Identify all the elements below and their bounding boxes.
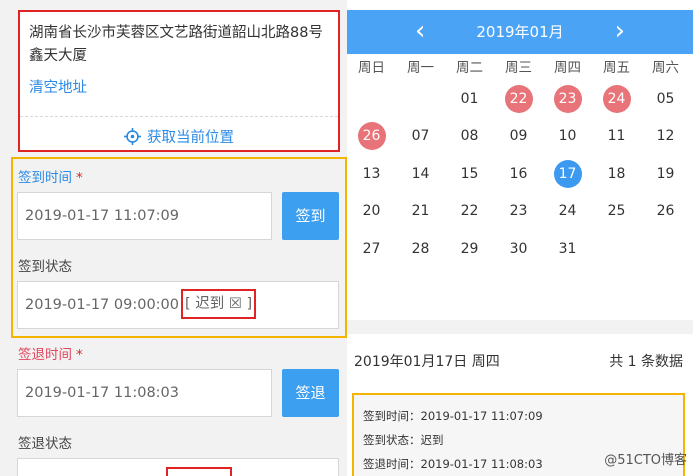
late-day-marker: 23: [553, 85, 582, 113]
calendar-day[interactable]: 16: [494, 160, 543, 188]
late-day-marker: 22: [504, 85, 533, 113]
calendar-day[interactable]: 15: [445, 160, 494, 188]
calendar-day[interactable]: 08: [445, 122, 494, 150]
signin-status-field: 2019-01-17 09:00:00[ 迟到 ☒ ]: [17, 281, 339, 329]
signout-status-label: 签退状态: [18, 436, 72, 452]
weekday-label: 周三: [505, 60, 532, 76]
calendar-day[interactable]: 31: [543, 235, 592, 263]
record-signout-time: 签退时间：2019-01-17 11:08:03: [363, 457, 543, 471]
weekday-label: 周一: [407, 60, 434, 76]
late-day-marker: 26: [357, 122, 386, 150]
record-signin-status: 签到状态：迟到: [363, 433, 444, 447]
calendar-day[interactable]: 23: [543, 85, 592, 113]
signin-time-label: 签到时间 *: [18, 166, 83, 186]
calendar-day[interactable]: 23: [494, 197, 543, 225]
record-count-text: 共 1 条数据: [609, 354, 683, 370]
calendar-day[interactable]: 01: [445, 85, 494, 113]
signin-time-label-text: 签到时间: [18, 170, 72, 186]
calendar-day[interactable]: 10: [543, 122, 592, 150]
calendar-day[interactable]: 24: [592, 85, 641, 113]
signout-time-label-text: 签退时间: [18, 347, 72, 363]
required-mark: *: [76, 170, 83, 186]
signout-button[interactable]: 签退: [282, 369, 339, 417]
late-status-tag: [ 迟到 ☒ ]: [181, 289, 257, 319]
section-divider: [347, 320, 693, 334]
address-divider: [20, 116, 338, 117]
calendar-day[interactable]: 25: [592, 197, 641, 225]
signin-button[interactable]: 签到: [282, 192, 339, 240]
calendar-day[interactable]: 12: [641, 122, 690, 150]
calendar-day[interactable]: 17: [543, 160, 592, 188]
get-location-label: 获取当前位置: [147, 130, 234, 146]
calendar-day[interactable]: 19: [641, 160, 690, 188]
signin-status-label: 签到状态: [18, 259, 72, 275]
calendar-month-title: 2019年01月: [476, 23, 564, 41]
clear-address-link[interactable]: 清空地址: [29, 76, 87, 97]
signout-status-field: [17, 458, 339, 476]
watermark-text: @51CTO博客: [604, 453, 687, 468]
signin-status-time: 2019-01-17 09:00:00: [25, 297, 179, 313]
attendance-form-panel: 湖南省长沙市芙蓉区文艺路街道韶山北路88号鑫天大厦 清空地址 获取当前位置 签到…: [0, 0, 347, 476]
calendar-header: ‹ 2019年01月 ›: [347, 10, 693, 54]
address-text: 湖南省长沙市芙蓉区文艺路街道韶山北路88号鑫天大厦: [29, 25, 323, 64]
status-tag-highlight: [166, 467, 232, 476]
selected-date-text: 2019年01月17日 周四: [354, 354, 500, 370]
address-section: 湖南省长沙市芙蓉区文艺路街道韶山北路88号鑫天大厦 清空地址 获取当前位置: [18, 10, 340, 152]
calendar-day[interactable]: 13: [347, 160, 396, 188]
calendar-day[interactable]: 24: [543, 197, 592, 225]
required-mark: *: [76, 347, 83, 363]
calendar-day[interactable]: 22: [494, 85, 543, 113]
next-month-icon[interactable]: ›: [615, 16, 625, 46]
calendar-day[interactable]: 07: [396, 122, 445, 150]
calendar-day[interactable]: 27: [347, 235, 396, 263]
calendar-day[interactable]: 30: [494, 235, 543, 263]
calendar-day[interactable]: 28: [396, 235, 445, 263]
weekday-label: 周日: [358, 60, 385, 76]
calendar-day[interactable]: 22: [445, 197, 494, 225]
calendar-day[interactable]: 18: [592, 160, 641, 188]
calendar-day[interactable]: 29: [445, 235, 494, 263]
selected-day-marker: 17: [553, 160, 582, 188]
signin-time-input[interactable]: 2019-01-17 11:07:09: [17, 192, 272, 240]
calendar-day[interactable]: 09: [494, 122, 543, 150]
weekday-label: 周四: [554, 60, 581, 76]
calendar-day[interactable]: 26: [641, 197, 690, 225]
calendar-day[interactable]: 14: [396, 160, 445, 188]
calendar-day[interactable]: 11: [592, 122, 641, 150]
signout-time-input[interactable]: 2019-01-17 11:08:03: [17, 369, 272, 417]
calendar-panel: ‹ 2019年01月 › 周日 周一 周二 周三 周四 周五 周六 01 22 23 24 05 26…: [347, 0, 693, 476]
calendar-day[interactable]: 26: [347, 122, 396, 150]
weekday-label: 周六: [652, 60, 679, 76]
calendar-day[interactable]: 20: [347, 197, 396, 225]
calendar-day[interactable]: 21: [396, 197, 445, 225]
late-day-marker: 24: [602, 85, 631, 113]
calendar-day[interactable]: 05: [641, 85, 690, 113]
weekday-label: 周五: [603, 60, 630, 76]
signout-time-label: 签退时间 *: [18, 343, 83, 363]
get-location-button[interactable]: 获取当前位置: [20, 126, 338, 149]
weekday-label: 周二: [456, 60, 483, 76]
crosshair-icon: [124, 128, 141, 149]
record-signin-time: 签到时间：2019-01-17 11:07:09: [363, 409, 543, 423]
